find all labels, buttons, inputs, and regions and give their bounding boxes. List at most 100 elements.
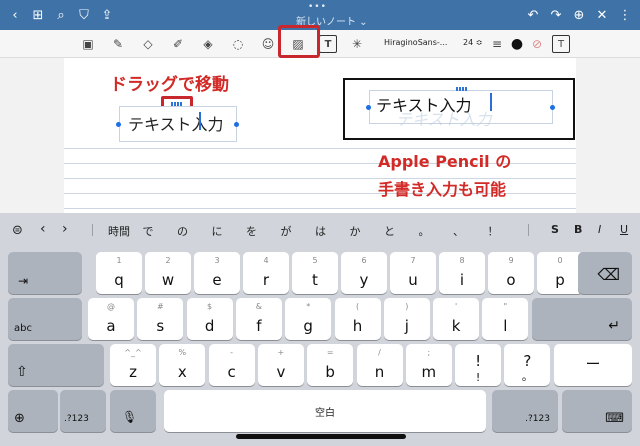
key-alt-char: &	[255, 302, 263, 311]
key-row2-4[interactable]: * g	[285, 298, 332, 340]
delete-key[interactable]: ⌫	[578, 252, 632, 294]
undo-icon[interactable]: ↶	[524, 6, 542, 24]
drag-handle[interactable]	[456, 87, 470, 91]
key-char: u	[408, 271, 418, 289]
scan-icon[interactable]: ▣	[79, 35, 97, 53]
prediction-candidate[interactable]: ！	[488, 223, 499, 239]
resize-handle-right[interactable]	[234, 122, 239, 127]
more-vertical-icon[interactable]: ⋮	[616, 6, 634, 24]
no-fill-icon[interactable]: ⊘	[528, 35, 546, 53]
key-row1-7[interactable]: 8i	[439, 252, 485, 294]
key-row3-4[interactable]: = b	[307, 344, 354, 386]
key-row2-8[interactable]: " l	[482, 298, 529, 340]
prediction-candidate[interactable]: 。	[419, 223, 430, 239]
prev-field-icon[interactable]: ‹	[40, 221, 46, 237]
long-dash-key[interactable]: ー	[554, 344, 632, 386]
key-row3-8[interactable]: ?。	[504, 344, 551, 386]
key-row1-3[interactable]: 4r	[243, 252, 289, 294]
text-box-content[interactable]: テキスト入力	[376, 92, 472, 116]
key-row3-0[interactable]: ^_^ z	[110, 344, 156, 386]
key-row2-6[interactable]: ) j	[383, 298, 430, 340]
prediction-candidate[interactable]: か	[350, 223, 361, 239]
key-row3-5[interactable]: / n	[356, 344, 403, 386]
prediction-candidate[interactable]: の	[177, 223, 188, 239]
number-mode-key-left[interactable]: .?123	[60, 390, 106, 432]
bookmark-icon[interactable]: ⛉	[75, 6, 93, 24]
key-row2-7[interactable]: ' k	[433, 298, 480, 340]
resize-handle-left[interactable]	[116, 122, 121, 127]
key-row2-1[interactable]: # s	[137, 298, 184, 340]
grid-icon[interactable]: ⊞	[29, 6, 47, 24]
key-row2-2[interactable]: $ d	[186, 298, 233, 340]
search-icon[interactable]: ⌕	[52, 6, 70, 24]
text-caret	[490, 93, 492, 111]
more-dots-icon[interactable]: •••	[308, 2, 327, 12]
prediction-candidate[interactable]: 時間	[108, 223, 130, 239]
font-name-select[interactable]: HiraginoSans-...	[384, 38, 447, 47]
prediction-candidate[interactable]: 、	[453, 223, 464, 239]
eraser-icon[interactable]: ◇	[139, 35, 157, 53]
key-row1-0[interactable]: 1q	[96, 252, 142, 294]
key-row2-3[interactable]: & f	[235, 298, 282, 340]
shift-key-left[interactable]: ⇧	[8, 344, 104, 386]
key-row1-5[interactable]: 6y	[341, 252, 387, 294]
back-icon[interactable]: ‹	[6, 6, 24, 24]
format-icon[interactable]: ⊜	[12, 223, 23, 238]
resize-handle-left[interactable]	[366, 105, 371, 110]
sticker-icon[interactable]: ☺	[259, 35, 277, 53]
underline-icon[interactable]: U	[620, 223, 628, 236]
text-style-icon[interactable]: T	[552, 35, 570, 53]
color-swatch-icon[interactable]: ●	[508, 35, 526, 53]
number-mode-key-right[interactable]: .?123	[492, 390, 558, 432]
resize-handle-right[interactable]	[550, 105, 555, 110]
next-field-icon[interactable]: ›	[62, 221, 68, 237]
prediction-candidate[interactable]: は	[315, 223, 326, 239]
key-row2-0[interactable]: @ a	[88, 298, 134, 340]
share-icon[interactable]: ⇪	[98, 6, 116, 24]
tab-key[interactable]: ⇥	[8, 252, 82, 294]
hide-keyboard-key[interactable]: ⌨	[562, 390, 632, 432]
key-char: i	[459, 271, 465, 289]
prediction-candidate[interactable]: が	[281, 223, 292, 239]
lasso-icon[interactable]: ◌	[229, 35, 247, 53]
abc-key[interactable]: abc	[8, 298, 82, 340]
add-page-icon[interactable]: ⊕	[570, 6, 588, 24]
key-row3-6[interactable]: ; m	[405, 344, 452, 386]
align-icon[interactable]: ≡	[488, 35, 506, 53]
laser-icon[interactable]: ✳	[348, 35, 366, 53]
key-row1-6[interactable]: 7u	[390, 252, 436, 294]
prediction-candidate[interactable]: を	[246, 223, 257, 239]
key-alt-char: -	[230, 348, 234, 357]
redo-icon[interactable]: ↷	[547, 6, 565, 24]
key-alt-char: 2	[165, 256, 171, 265]
prediction-candidate[interactable]: で	[143, 223, 154, 239]
text-box-content[interactable]: テキスト入力	[128, 111, 224, 135]
close-icon[interactable]: ✕	[593, 6, 611, 24]
key-row1-4[interactable]: 5t	[292, 252, 338, 294]
font-size-stepper[interactable]: 24 ≎	[463, 38, 482, 47]
strike-icon[interactable]: S	[551, 223, 559, 236]
return-key[interactable]: ↵	[532, 298, 632, 340]
key-row1-9[interactable]: 0p	[537, 252, 583, 294]
italic-icon[interactable]: I	[598, 223, 601, 236]
key-row3-2[interactable]: -c	[208, 344, 255, 386]
key-row1-1[interactable]: 2w	[145, 252, 191, 294]
key-row3-1[interactable]: % x	[159, 344, 206, 386]
key-row3-3[interactable]: + v	[257, 344, 304, 386]
key-alt-char: 0	[557, 256, 563, 265]
bold-icon[interactable]: B	[574, 223, 582, 236]
prediction-candidate[interactable]: と	[384, 223, 395, 239]
key-row1-8[interactable]: 9o	[488, 252, 534, 294]
key-row2-5[interactable]: (h	[334, 298, 381, 340]
globe-key[interactable]: ⊕	[8, 390, 58, 432]
space-key[interactable]: 空白	[164, 390, 486, 432]
text-tool-icon[interactable]: T	[319, 35, 337, 53]
dictation-key[interactable]: 🎙	[110, 390, 156, 432]
app-header: ‹ ⊞ ⌕ ⛉ ⇪ ••• 新しいノート ⌄ ↶ ↷ ⊕ ✕ ⋮	[0, 0, 640, 30]
shapes-icon[interactable]: ◈	[199, 35, 217, 53]
pen-icon[interactable]: ✎	[109, 35, 127, 53]
prediction-candidate[interactable]: に	[212, 223, 223, 239]
key-row1-2[interactable]: 3e	[194, 252, 240, 294]
highlighter-icon[interactable]: ✐	[169, 35, 187, 53]
key-row3-7[interactable]: !!	[455, 344, 502, 386]
